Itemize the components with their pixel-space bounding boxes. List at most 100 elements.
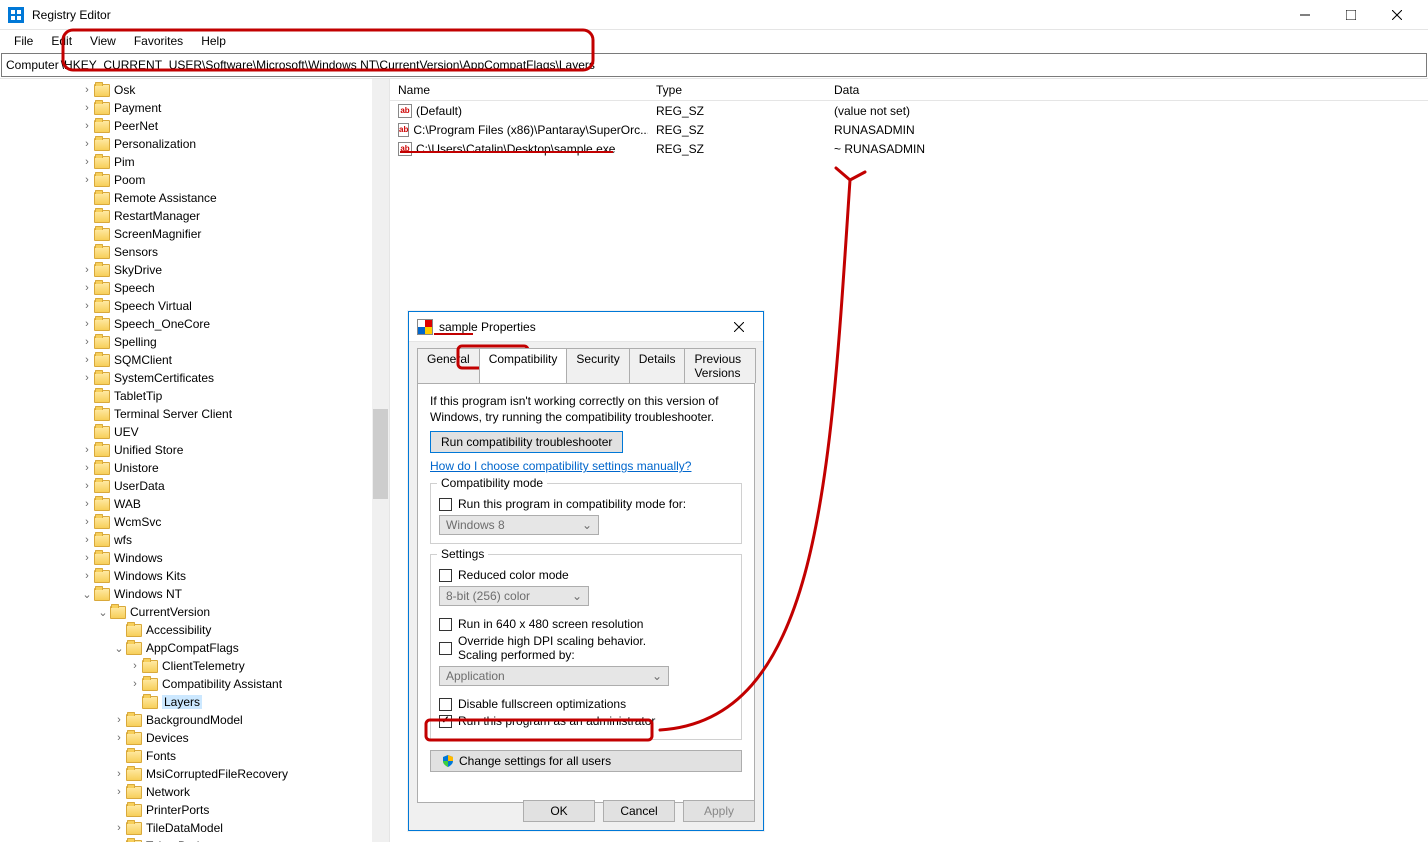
registry-value-row[interactable]: abC:\Program Files (x86)\Pantaray\SuperO… <box>390 120 1428 139</box>
tree-item-windows[interactable]: ›Windows <box>0 549 389 567</box>
tree-item-speech-onecore[interactable]: ›Speech_OneCore <box>0 315 389 333</box>
expand-icon[interactable]: › <box>80 120 94 132</box>
expand-icon[interactable]: › <box>80 570 94 582</box>
collapse-icon[interactable]: ⌄ <box>112 642 126 655</box>
tree-item-peernet[interactable]: ›PeerNet <box>0 117 389 135</box>
tree-item-wcmsvc[interactable]: ›WcmSvc <box>0 513 389 531</box>
maximize-button[interactable] <box>1328 0 1374 30</box>
tree-item-poom[interactable]: ›Poom <box>0 171 389 189</box>
compat-mode-combo[interactable]: Windows 8⌄ <box>439 515 599 535</box>
expand-icon[interactable]: › <box>112 822 126 834</box>
expand-icon[interactable]: › <box>80 318 94 330</box>
expand-icon[interactable]: › <box>112 714 126 726</box>
tree-item-systemcertificates[interactable]: ›SystemCertificates <box>0 369 389 387</box>
tree-item-clienttelemetry[interactable]: ›ClientTelemetry <box>0 657 389 675</box>
tab-general[interactable]: General <box>417 348 480 383</box>
tree-item-sqmclient[interactable]: ›SQMClient <box>0 351 389 369</box>
expand-icon[interactable]: › <box>80 516 94 528</box>
menu-file[interactable]: File <box>6 32 41 50</box>
expand-icon[interactable]: › <box>80 282 94 294</box>
tree-item-speech-virtual[interactable]: ›Speech Virtual <box>0 297 389 315</box>
tab-compatibility[interactable]: Compatibility <box>479 348 568 383</box>
tree-item-osk[interactable]: ›Osk <box>0 81 389 99</box>
tree-item-wfs[interactable]: ›wfs <box>0 531 389 549</box>
tree-item-tablettip[interactable]: TabletTip <box>0 387 389 405</box>
reduced-color-checkbox[interactable] <box>439 569 452 582</box>
tree-scrollbar[interactable] <box>372 79 389 842</box>
dpi-override-checkbox[interactable] <box>439 642 452 655</box>
tree-item-speech[interactable]: ›Speech <box>0 279 389 297</box>
disable-fullscreen-checkbox[interactable] <box>439 698 452 711</box>
cancel-button[interactable]: Cancel <box>603 800 675 822</box>
menu-view[interactable]: View <box>82 32 124 50</box>
tree-item-tokenbroker[interactable]: ›TokenBroker <box>0 837 389 842</box>
dialog-close-button[interactable] <box>719 313 759 341</box>
ok-button[interactable]: OK <box>523 800 595 822</box>
expand-icon[interactable]: › <box>80 354 94 366</box>
menu-favorites[interactable]: Favorites <box>126 32 191 50</box>
tree-item-windows-kits[interactable]: ›Windows Kits <box>0 567 389 585</box>
tree-item-windows-nt[interactable]: ⌄Windows NT <box>0 585 389 603</box>
tree-item-sensors[interactable]: Sensors <box>0 243 389 261</box>
tab-security[interactable]: Security <box>566 348 629 383</box>
run-as-admin-checkbox[interactable] <box>439 715 452 728</box>
collapse-icon[interactable]: ⌄ <box>80 588 94 601</box>
tree-item-msicorruptedfilerecovery[interactable]: ›MsiCorruptedFileRecovery <box>0 765 389 783</box>
tree-item-spelling[interactable]: ›Spelling <box>0 333 389 351</box>
tree-item-remote-assistance[interactable]: Remote Assistance <box>0 189 389 207</box>
apply-button[interactable]: Apply <box>683 800 755 822</box>
expand-icon[interactable]: › <box>80 264 94 276</box>
registry-value-row[interactable]: abC:\Users\Catalin\Desktop\sample.exeREG… <box>390 139 1428 158</box>
tree-item-unistore[interactable]: ›Unistore <box>0 459 389 477</box>
minimize-button[interactable] <box>1282 0 1328 30</box>
expand-icon[interactable]: › <box>80 84 94 96</box>
reduced-color-combo[interactable]: 8-bit (256) color⌄ <box>439 586 589 606</box>
tree-item-backgroundmodel[interactable]: ›BackgroundModel <box>0 711 389 729</box>
tree-item-network[interactable]: ›Network <box>0 783 389 801</box>
expand-icon[interactable]: › <box>112 732 126 744</box>
tree-item-wab[interactable]: ›WAB <box>0 495 389 513</box>
tree-item-printerports[interactable]: PrinterPorts <box>0 801 389 819</box>
res640-checkbox[interactable] <box>439 618 452 631</box>
tab-details[interactable]: Details <box>629 348 686 383</box>
tree-item-currentversion[interactable]: ⌄CurrentVersion <box>0 603 389 621</box>
tree-item-payment[interactable]: ›Payment <box>0 99 389 117</box>
expand-icon[interactable]: › <box>80 156 94 168</box>
tree-item-accessibility[interactable]: Accessibility <box>0 621 389 639</box>
tree-item-terminal-server-client[interactable]: Terminal Server Client <box>0 405 389 423</box>
tab-previous-versions[interactable]: Previous Versions <box>684 348 756 383</box>
expand-icon[interactable]: › <box>128 678 142 690</box>
tree-item-appcompatflags[interactable]: ⌄AppCompatFlags <box>0 639 389 657</box>
compat-mode-checkbox[interactable] <box>439 498 452 511</box>
col-header-type[interactable]: Type <box>648 79 826 100</box>
expand-icon[interactable]: › <box>80 138 94 150</box>
scrollbar-thumb[interactable] <box>373 409 388 499</box>
expand-icon[interactable]: › <box>128 660 142 672</box>
col-header-name[interactable]: Name <box>390 79 648 100</box>
expand-icon[interactable]: › <box>80 498 94 510</box>
expand-icon[interactable]: › <box>80 552 94 564</box>
expand-icon[interactable]: › <box>80 174 94 186</box>
tree-item-restartmanager[interactable]: RestartManager <box>0 207 389 225</box>
expand-icon[interactable]: › <box>80 534 94 546</box>
tree-item-tiledatamodel[interactable]: ›TileDataModel <box>0 819 389 837</box>
col-header-data[interactable]: Data <box>826 79 1428 100</box>
tree-item-devices[interactable]: ›Devices <box>0 729 389 747</box>
expand-icon[interactable]: › <box>112 786 126 798</box>
dialog-title-bar[interactable]: sample Properties <box>409 312 763 342</box>
tree-item-skydrive[interactable]: ›SkyDrive <box>0 261 389 279</box>
expand-icon[interactable]: › <box>80 372 94 384</box>
tree-item-compatibility-assistant[interactable]: ›Compatibility Assistant <box>0 675 389 693</box>
menu-edit[interactable]: Edit <box>43 32 80 50</box>
tree-item-layers[interactable]: Layers <box>0 693 389 711</box>
expand-icon[interactable]: › <box>80 462 94 474</box>
tree-item-pim[interactable]: ›Pim <box>0 153 389 171</box>
expand-icon[interactable]: › <box>80 444 94 456</box>
tree-item-unified-store[interactable]: ›Unified Store <box>0 441 389 459</box>
run-troubleshooter-button[interactable]: Run compatibility troubleshooter <box>430 431 623 453</box>
compat-help-link[interactable]: How do I choose compatibility settings m… <box>430 459 691 473</box>
change-all-users-button[interactable]: Change settings for all users <box>430 750 742 772</box>
expand-icon[interactable]: › <box>80 300 94 312</box>
tree-item-personalization[interactable]: ›Personalization <box>0 135 389 153</box>
menu-help[interactable]: Help <box>193 32 234 50</box>
